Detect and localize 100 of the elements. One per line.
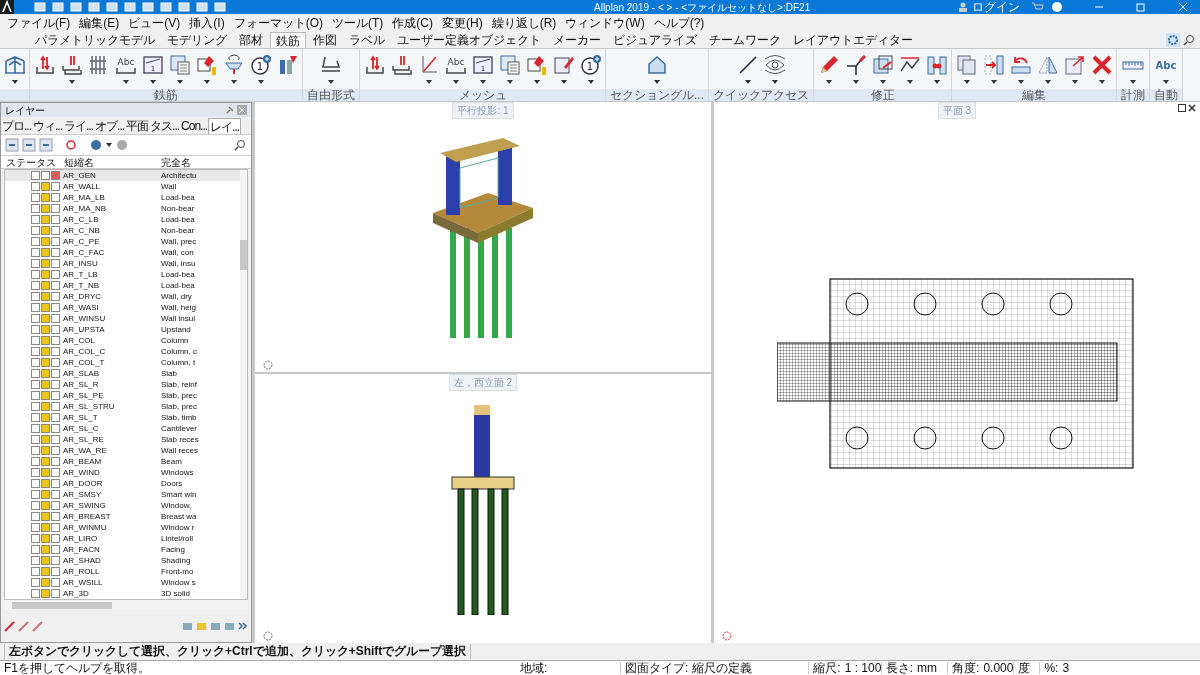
layer-row[interactable]: AR_T_NB Load-bea — [5, 280, 240, 291]
checkbox[interactable] — [41, 545, 50, 554]
layer-row[interactable]: AR_C_LB Load-bea — [5, 214, 240, 225]
toolbar-icon[interactable] — [160, 2, 172, 12]
checkbox[interactable] — [41, 226, 50, 235]
refresh-icon[interactable] — [64, 138, 78, 152]
layer-row[interactable]: AR_C_FAC Wall, con — [5, 247, 240, 258]
help-icon[interactable] — [1052, 2, 1062, 12]
layer-row[interactable]: AR_FACN Facing — [5, 544, 240, 555]
layer-row[interactable]: AR_COL_T Column, t — [5, 357, 240, 368]
checkbox[interactable] — [41, 270, 50, 279]
panel-tab[interactable]: オブ... — [94, 118, 126, 134]
checkbox[interactable] — [51, 270, 60, 279]
ribbon-tab[interactable]: 鉄筋 — [270, 32, 306, 48]
checkbox[interactable] — [41, 479, 50, 488]
checkbox[interactable] — [41, 523, 50, 532]
toolbar-icon[interactable] — [52, 2, 64, 12]
checkbox[interactable] — [31, 446, 40, 455]
panel-tab[interactable]: Con... — [180, 118, 209, 134]
checkbox[interactable] — [41, 490, 50, 499]
ribbon-button[interactable]: 1 — [247, 49, 274, 89]
checkbox[interactable] — [31, 193, 40, 202]
layer-row[interactable]: AR_WALL Wall — [5, 181, 240, 192]
checkbox[interactable] — [41, 204, 50, 213]
checkbox[interactable] — [51, 226, 60, 235]
toolbar-icon[interactable] — [124, 2, 136, 12]
layer-row[interactable]: AR_INSU Wall, insu — [5, 258, 240, 269]
layer-row[interactable]: AR_SMSY Smart win — [5, 489, 240, 500]
checkbox[interactable] — [41, 402, 50, 411]
layer-row[interactable]: AR_WSILL Window s — [5, 577, 240, 588]
checkbox[interactable] — [31, 534, 40, 543]
checkbox[interactable] — [31, 479, 40, 488]
ribbon-tab[interactable]: モデリング — [162, 32, 232, 48]
layer-row[interactable]: AR_WINSU Wall insul — [5, 313, 240, 324]
settings-icon[interactable] — [1166, 33, 1180, 47]
checkbox[interactable] — [41, 413, 50, 422]
maximize-icon[interactable] — [1178, 104, 1186, 112]
checkbox[interactable] — [51, 512, 60, 521]
panel-tab[interactable]: レイ... — [208, 118, 242, 134]
checkbox[interactable] — [41, 534, 50, 543]
layer-row[interactable]: AR_3D 3D solid — [5, 588, 240, 599]
checkbox[interactable] — [51, 523, 60, 532]
checkbox[interactable] — [51, 204, 60, 213]
layer-row[interactable]: AR_SHAD Shading — [5, 555, 240, 566]
checkbox[interactable] — [41, 369, 50, 378]
panel-tab[interactable]: 平面 — [125, 118, 150, 134]
checkbox[interactable] — [41, 446, 50, 455]
checkbox[interactable] — [31, 413, 40, 422]
restore-icon[interactable] — [1136, 2, 1146, 12]
toolbar-icon[interactable] — [196, 2, 208, 12]
layer-row[interactable]: AR_COL_C Column, c — [5, 346, 240, 357]
checkbox[interactable] — [51, 259, 60, 268]
toolbar-icon[interactable] — [106, 2, 118, 12]
layer-row[interactable]: AR_WA_RE Wall reces — [5, 445, 240, 456]
checkbox[interactable] — [51, 545, 60, 554]
layer-row[interactable]: AR_DOOR Doors — [5, 478, 240, 489]
ribbon-tab[interactable]: ラベル — [344, 32, 390, 48]
checkbox[interactable] — [31, 589, 40, 598]
checkbox[interactable] — [51, 215, 60, 224]
checkbox[interactable] — [31, 292, 40, 301]
checkbox[interactable] — [31, 270, 40, 279]
toolbar-icon[interactable] — [88, 2, 100, 12]
layer-row[interactable]: AR_SL_RE Slab reces — [5, 434, 240, 445]
panel-tab[interactable]: タス... — [149, 118, 181, 134]
checkbox[interactable] — [31, 259, 40, 268]
login-button[interactable]: ログイン — [968, 1, 1024, 13]
checkbox[interactable] — [31, 369, 40, 378]
checkbox[interactable] — [51, 347, 60, 356]
checkbox[interactable] — [41, 468, 50, 477]
toolbar-icon[interactable] — [142, 2, 154, 12]
layer-row[interactable]: AR_SL_T Slab, timb — [5, 412, 240, 423]
checkbox[interactable] — [51, 358, 60, 367]
checkbox[interactable] — [41, 347, 50, 356]
layer-row[interactable]: AR_LIRO Lintel/roll — [5, 533, 240, 544]
checkbox[interactable] — [51, 182, 60, 191]
toolbar-icon[interactable] — [178, 2, 190, 12]
checkbox[interactable] — [51, 171, 60, 180]
checkbox[interactable] — [31, 523, 40, 532]
menu-item[interactable]: 変更(H) — [441, 17, 484, 29]
expand-icon[interactable] — [238, 621, 248, 631]
layer-row[interactable]: AR_WIND Windows — [5, 467, 240, 478]
checkbox[interactable] — [51, 479, 60, 488]
ribbon-button[interactable]: Abc — [112, 49, 139, 89]
layer-row[interactable]: AR_WASI Wall, heig — [5, 302, 240, 313]
checkbox[interactable] — [51, 314, 60, 323]
panel-tab[interactable]: ウィ... — [32, 118, 64, 134]
checkbox[interactable] — [51, 468, 60, 477]
column-header[interactable]: 完全名 — [159, 154, 191, 170]
checkbox[interactable] — [41, 567, 50, 576]
checkbox[interactable] — [31, 556, 40, 565]
checkbox[interactable] — [51, 402, 60, 411]
close-icon[interactable] — [1188, 104, 1196, 112]
ribbon-tab[interactable]: メーカー — [548, 32, 606, 48]
checkbox[interactable] — [41, 215, 50, 224]
checkbox[interactable] — [31, 380, 40, 389]
menu-item[interactable]: 繰り返し(R) — [490, 17, 558, 29]
layer-row[interactable]: AR_C_NB Non-bear — [5, 225, 240, 236]
menu-item[interactable]: 作成(C) — [391, 17, 434, 29]
checkbox[interactable] — [51, 435, 60, 444]
checkbox[interactable] — [51, 292, 60, 301]
